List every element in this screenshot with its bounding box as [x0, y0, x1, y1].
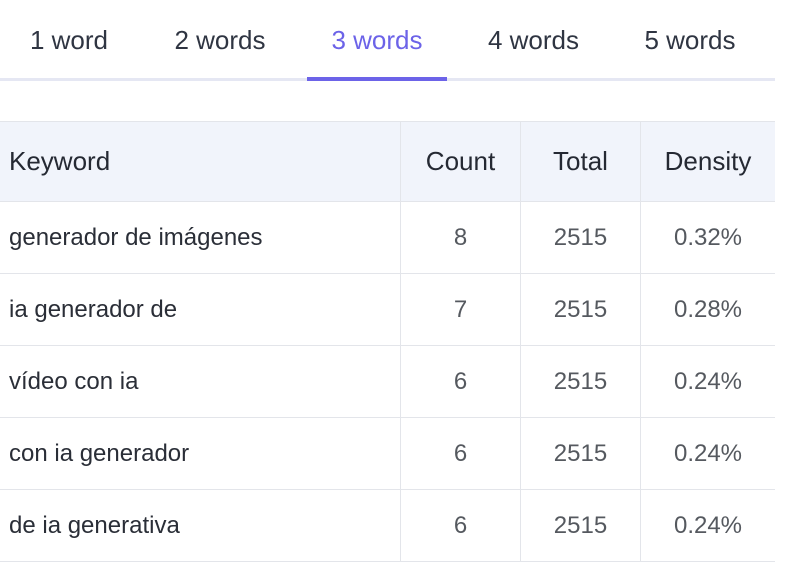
density-cell: 0.24%: [640, 346, 775, 417]
tab-label: 3 words: [331, 25, 423, 55]
count-cell: 8: [400, 202, 520, 273]
active-tab-indicator: [307, 77, 447, 81]
tab-1-word[interactable]: 1 word: [0, 0, 138, 78]
table-row: con ia generador 6 2515 0.24%: [0, 418, 775, 490]
keyword-cell: con ia generador: [9, 439, 190, 467]
total-cell: 2515: [520, 490, 640, 561]
word-count-tabs: 1 word 2 words 3 words 4 words 5 words: [0, 0, 775, 81]
total-cell: 2515: [520, 346, 640, 417]
count-cell: 7: [400, 274, 520, 345]
table-header-row: Keyword Count Total Density: [0, 121, 775, 202]
keyword-cell: ia generador de: [9, 295, 178, 323]
count-cell: 6: [400, 418, 520, 489]
density-cell: 0.24%: [640, 490, 775, 561]
tab-4-words[interactable]: 4 words: [456, 0, 611, 78]
tab-label: 5 words: [644, 25, 736, 55]
count-cell: 6: [400, 490, 520, 561]
column-header-count[interactable]: Count: [400, 122, 520, 201]
tab-2-words[interactable]: 2 words: [138, 0, 302, 78]
tab-label: 2 words: [174, 25, 266, 55]
table-row: ia generador de 7 2515 0.28%: [0, 274, 775, 346]
tab-3-words[interactable]: 3 words: [307, 0, 447, 81]
keyword-cell: generador de imágenes: [9, 223, 263, 251]
table-row: generador de imágenes 8 2515 0.32%: [0, 202, 775, 274]
table-row: de ia generativa 6 2515 0.24%: [0, 490, 775, 562]
total-cell: 2515: [520, 202, 640, 273]
column-header-total[interactable]: Total: [520, 122, 640, 201]
density-cell: 0.24%: [640, 418, 775, 489]
tab-label: 4 words: [487, 25, 580, 55]
tab-label: 1 word: [29, 25, 109, 55]
density-cell: 0.32%: [640, 202, 775, 273]
tab-5-words[interactable]: 5 words: [615, 0, 765, 78]
column-header-keyword[interactable]: Keyword: [0, 122, 400, 201]
keyword-cell: vídeo con ia: [9, 367, 139, 395]
keyword-density-table: Keyword Count Total Density generador de…: [0, 121, 775, 562]
column-header-density[interactable]: Density: [640, 122, 775, 201]
total-cell: 2515: [520, 418, 640, 489]
keyword-cell: de ia generativa: [9, 511, 180, 539]
table-row: vídeo con ia 6 2515 0.24%: [0, 346, 775, 418]
count-cell: 6: [400, 346, 520, 417]
total-cell: 2515: [520, 274, 640, 345]
density-cell: 0.28%: [640, 274, 775, 345]
